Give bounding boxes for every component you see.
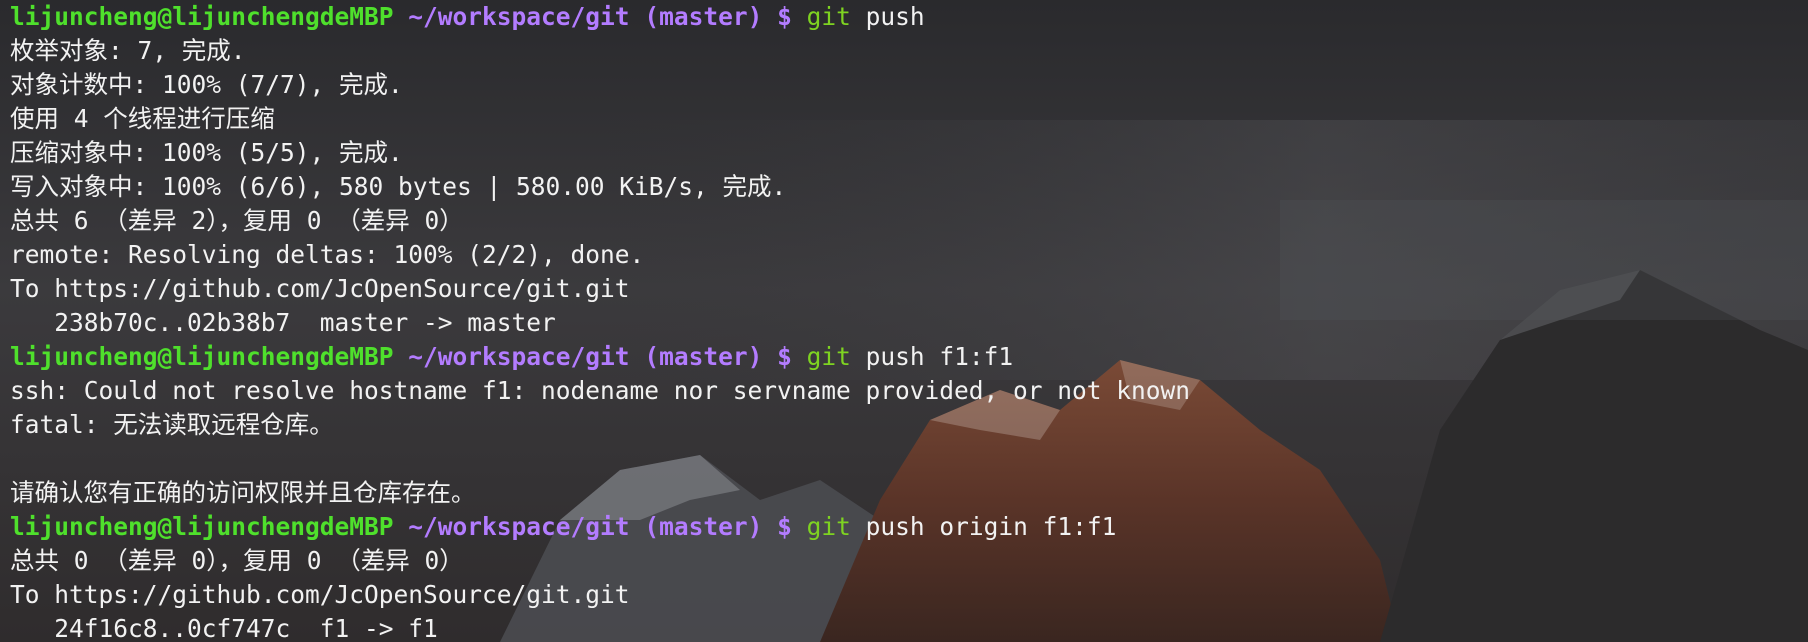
command-name: git — [806, 2, 851, 31]
output-text: remote: Resolving deltas: 100% (2/2), do… — [10, 240, 645, 269]
prompt-path: ~/workspace/git — [408, 512, 630, 541]
prompt-dollar: $ — [777, 342, 792, 371]
output-text: 总共 6 （差异 2），复用 0 （差异 0） — [10, 206, 464, 235]
prompt-line: lijuncheng@lijunchengdeMBP ~/workspace/g… — [10, 510, 1808, 544]
output-text: 压缩对象中: 100% (5/5), 完成. — [10, 138, 403, 167]
output-line: 24f16c8..0cf747c f1 -> f1 — [10, 612, 1808, 642]
prompt-branch: (master) — [644, 2, 763, 31]
prompt-user: lijuncheng@lijunchengdeMBP — [10, 342, 394, 371]
prompt-path: ~/workspace/git — [408, 342, 630, 371]
output-line: 请确认您有正确的访问权限并且仓库存在。 — [10, 476, 1808, 510]
output-line: To https://github.com/JcOpenSource/git.g… — [10, 272, 1808, 306]
output-text: 24f16c8..0cf747c f1 -> f1 — [10, 614, 438, 642]
output-line: 238b70c..02b38b7 master -> master — [10, 306, 1808, 340]
command-args: push — [865, 2, 925, 31]
output-text: 写入对象中: 100% (6/6), 580 bytes | 580.00 Ki… — [10, 172, 787, 201]
prompt-line: lijuncheng@lijunchengdeMBP ~/workspace/g… — [10, 0, 1808, 34]
prompt-user: lijuncheng@lijunchengdeMBP — [10, 2, 394, 31]
output-line: 总共 6 （差异 2），复用 0 （差异 0） — [10, 204, 1808, 238]
prompt-dollar: $ — [777, 2, 792, 31]
output-text: 枚举对象: 7, 完成. — [10, 36, 246, 65]
output-line: ssh: Could not resolve hostname f1: node… — [10, 374, 1808, 408]
prompt-user: lijuncheng@lijunchengdeMBP — [10, 512, 394, 541]
output-line: 对象计数中: 100% (7/7), 完成. — [10, 68, 1808, 102]
prompt-path: ~/workspace/git — [408, 2, 630, 31]
terminal-output[interactable]: lijuncheng@lijunchengdeMBP ~/workspace/g… — [0, 0, 1808, 642]
prompt-branch: (master) — [644, 512, 763, 541]
command-name: git — [806, 342, 851, 371]
command-args: push origin f1:f1 — [865, 512, 1117, 541]
output-line: fatal: 无法读取远程仓库。 — [10, 408, 1808, 442]
prompt-dollar: $ — [777, 512, 792, 541]
output-text: 请确认您有正确的访问权限并且仓库存在。 — [10, 478, 476, 507]
output-text: 对象计数中: 100% (7/7), 完成. — [10, 70, 403, 99]
output-text: 总共 0 （差异 0），复用 0 （差异 0） — [10, 546, 464, 575]
output-line: 写入对象中: 100% (6/6), 580 bytes | 580.00 Ki… — [10, 170, 1808, 204]
output-text: To https://github.com/JcOpenSource/git.g… — [10, 580, 630, 609]
output-line: 使用 4 个线程进行压缩 — [10, 102, 1808, 136]
output-line: remote: Resolving deltas: 100% (2/2), do… — [10, 238, 1808, 272]
output-text: fatal: 无法读取远程仓库。 — [10, 410, 334, 439]
prompt-branch: (master) — [644, 342, 763, 371]
output-line: To https://github.com/JcOpenSource/git.g… — [10, 578, 1808, 612]
command-name: git — [806, 512, 851, 541]
output-line: 枚举对象: 7, 完成. — [10, 34, 1808, 68]
output-text: To https://github.com/JcOpenSource/git.g… — [10, 274, 630, 303]
output-line: 压缩对象中: 100% (5/5), 完成. — [10, 136, 1808, 170]
command-args: push f1:f1 — [865, 342, 1014, 371]
prompt-line: lijuncheng@lijunchengdeMBP ~/workspace/g… — [10, 340, 1808, 374]
output-line: 总共 0 （差异 0），复用 0 （差异 0） — [10, 544, 1808, 578]
output-text: 238b70c..02b38b7 master -> master — [10, 308, 556, 337]
output-text: ssh: Could not resolve hostname f1: node… — [10, 376, 1191, 405]
output-text: 使用 4 个线程进行压缩 — [10, 104, 275, 133]
